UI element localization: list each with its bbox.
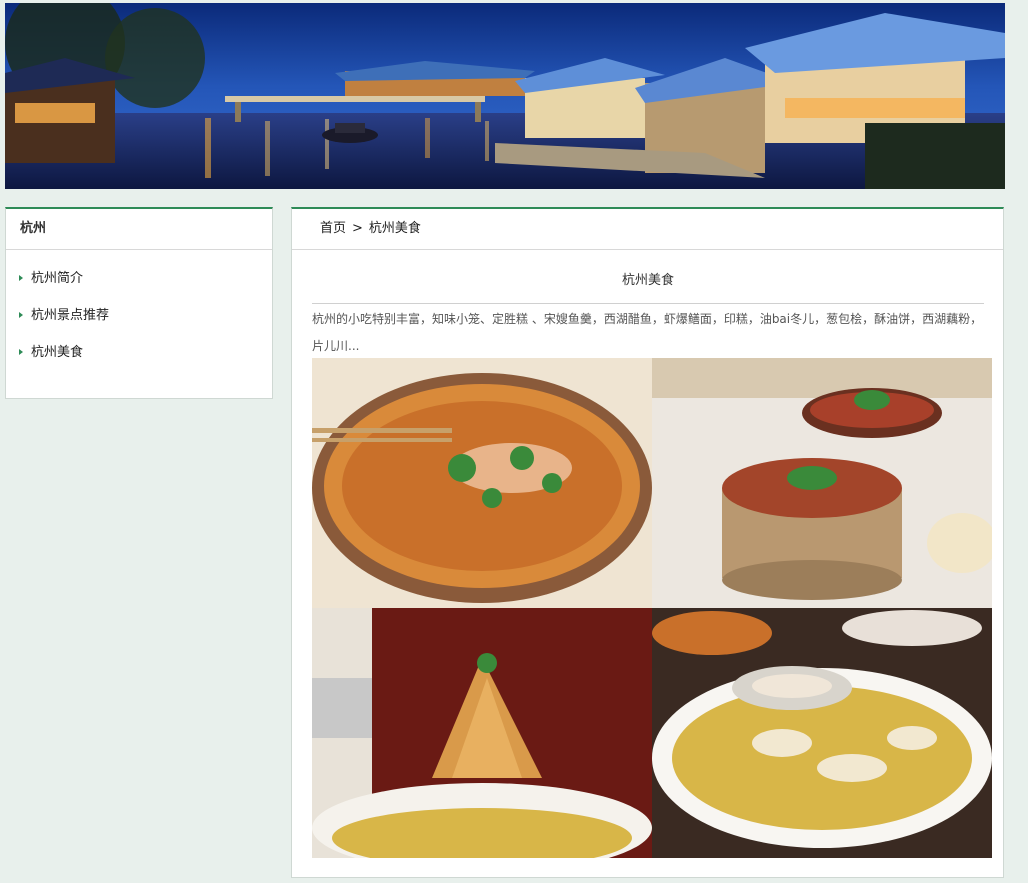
article-title: 杭州美食 — [312, 259, 984, 304]
breadcrumb-separator: > — [352, 221, 363, 236]
food-photo-collage — [312, 358, 992, 858]
arrow-icon — [19, 274, 23, 281]
arrow-icon — [19, 311, 23, 318]
banner-image — [5, 3, 1005, 189]
sidebar-item-intro[interactable]: 杭州简介 — [6, 260, 272, 297]
sidebar-item-label: 杭州美食 — [31, 345, 84, 360]
sidebar-item-food[interactable]: 杭州美食 — [6, 334, 272, 371]
sidebar-item-attractions[interactable]: 杭州景点推荐 — [6, 297, 272, 334]
breadcrumb-current: 杭州美食 — [368, 221, 421, 236]
breadcrumb: 首页 > 杭州美食 — [292, 209, 1003, 250]
article: 杭州美食 杭州的小吃特别丰富，知味小笼、定胜糕 、宋嫂鱼羹，西湖醋鱼，虾爆鳝面，… — [312, 259, 984, 360]
article-body: 杭州的小吃特别丰富，知味小笼、定胜糕 、宋嫂鱼羹，西湖醋鱼，虾爆鳝面，印糕，油b… — [312, 312, 983, 353]
breadcrumb-home-link[interactable]: 首页 — [320, 221, 346, 236]
sidebar-menu: 杭州简介 杭州景点推荐 杭州美食 — [6, 250, 272, 371]
sidebar: 杭州 杭州简介 杭州景点推荐 杭州美食 — [5, 207, 273, 399]
sidebar-title: 杭州 — [6, 209, 272, 250]
sidebar-item-label: 杭州简介 — [31, 271, 84, 286]
sidebar-item-label: 杭州景点推荐 — [31, 308, 110, 323]
main-content: 首页 > 杭州美食 杭州美食 杭州的小吃特别丰富，知味小笼、定胜糕 、宋嫂鱼羹，西湖… — [291, 207, 1004, 878]
arrow-icon — [19, 348, 23, 355]
